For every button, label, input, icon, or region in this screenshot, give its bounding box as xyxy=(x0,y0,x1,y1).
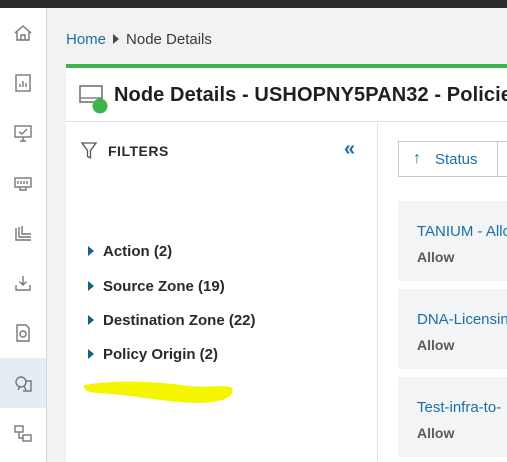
sort-ascending-icon: ↑ xyxy=(413,150,421,167)
expand-caret-icon xyxy=(88,281,94,291)
sort-status-button[interactable]: ↑ Status xyxy=(398,141,498,177)
policy-icon xyxy=(15,376,32,392)
breadcrumb-separator-icon xyxy=(113,34,120,44)
filter-label: Policy Origin (2) xyxy=(103,345,219,363)
expand-caret-icon xyxy=(88,315,94,325)
download-icon xyxy=(15,276,31,291)
policy-action: Allow xyxy=(417,337,455,353)
node-details-panel: Node Details - USHOPNY5PAN32 - Policies … xyxy=(66,64,507,462)
breadcrumb: Home Node Details xyxy=(66,30,212,48)
left-nav xyxy=(0,8,47,462)
nav-download[interactable] xyxy=(0,258,46,308)
policy-card[interactable]: TANIUM - Allow Allow xyxy=(398,201,507,281)
expand-caret-icon xyxy=(88,349,94,359)
filter-policy-origin[interactable]: Policy Origin (2) xyxy=(88,344,218,364)
filters-header: FILTERS xyxy=(80,141,169,161)
policy-name-link[interactable]: TANIUM - Allow xyxy=(417,223,507,240)
filter-label: Destination Zone (22) xyxy=(103,311,256,329)
title-row: Node Details - USHOPNY5PAN32 - Policies xyxy=(66,68,507,122)
expand-caret-icon xyxy=(88,246,94,256)
funnel-icon xyxy=(80,142,98,160)
sort-options-button[interactable] xyxy=(497,141,507,177)
config-icon xyxy=(16,324,30,342)
policy-card[interactable]: Test-infra-to- Allow xyxy=(398,377,507,457)
breadcrumb-current: Node Details xyxy=(126,30,212,48)
filter-action[interactable]: Action (2) xyxy=(88,241,172,261)
policy-card[interactable]: DNA-Licensing Allow xyxy=(398,289,507,369)
filters-pane: FILTERS « Action (2) Source Zone (19) De… xyxy=(66,123,378,462)
nav-monitor[interactable] xyxy=(0,108,46,158)
highlighter-mark xyxy=(83,381,233,403)
topology-icon xyxy=(14,425,32,442)
page-title: Node Details - USHOPNY5PAN32 - Policies xyxy=(114,84,507,106)
collapse-filters-button[interactable]: « xyxy=(344,139,360,159)
filter-destination-zone[interactable]: Destination Zone (22) xyxy=(88,310,256,330)
top-bar xyxy=(0,0,507,8)
results-pane: ↑ Status TANIUM - Allow Allow DNA-Licens… xyxy=(379,123,507,462)
stack-icon xyxy=(15,226,31,241)
breadcrumb-home-link[interactable]: Home xyxy=(66,31,106,48)
filters-title: FILTERS xyxy=(108,143,169,159)
home-icon xyxy=(14,25,32,41)
monitor-icon xyxy=(14,125,32,142)
nav-reports[interactable] xyxy=(0,58,46,108)
nav-policy[interactable] xyxy=(0,358,46,408)
policy-name-link[interactable]: DNA-Licensing xyxy=(417,311,507,328)
filter-label: Source Zone (19) xyxy=(103,277,225,295)
policy-action: Allow xyxy=(417,249,455,265)
report-icon xyxy=(15,74,31,92)
network-icon xyxy=(14,177,32,191)
nav-stack[interactable] xyxy=(0,208,46,258)
node-status-icon xyxy=(79,85,108,114)
nav-network[interactable] xyxy=(0,158,46,208)
filter-source-zone[interactable]: Source Zone (19) xyxy=(88,276,225,296)
filter-label: Action (2) xyxy=(103,242,173,260)
policy-action: Allow xyxy=(417,425,455,441)
nav-topology[interactable] xyxy=(0,408,46,458)
nav-home[interactable] xyxy=(0,8,46,58)
nav-config[interactable] xyxy=(0,308,46,358)
policy-name-link[interactable]: Test-infra-to- xyxy=(417,399,501,416)
sort-label: Status xyxy=(435,150,478,168)
